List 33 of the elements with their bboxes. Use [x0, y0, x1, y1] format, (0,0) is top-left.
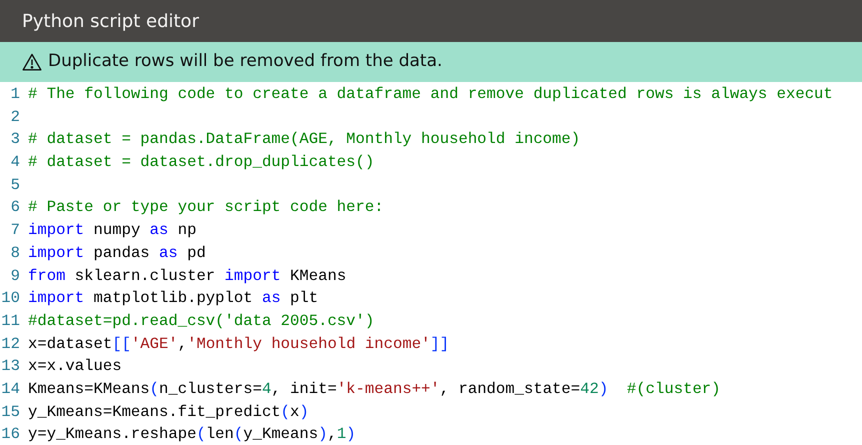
- line-number: 10: [0, 288, 21, 310]
- code-line: #dataset=pd.read_csv('data 2005.csv'): [28, 310, 374, 332]
- code-line: y=y_Kmeans.reshape(len(y_Kmeans),1): [28, 424, 356, 445]
- line-number: 13: [0, 356, 21, 378]
- line-number: 8: [10, 242, 21, 264]
- line-number: 7: [10, 220, 21, 242]
- code-line: x=x.values: [28, 356, 122, 378]
- line-number: 4: [10, 152, 21, 174]
- line-number: 1: [10, 84, 21, 105]
- code-line: # dataset = pandas.DataFrame(AGE, Monthly household income): [28, 129, 580, 150]
- window-title: Python script editor: [22, 10, 199, 34]
- code-line: # dataset = dataset.drop_duplicates(): [28, 152, 374, 174]
- line-number: 5: [10, 174, 21, 196]
- code-line: from sklearn.cluster import KMeans: [28, 266, 346, 286]
- code-line: Kmeans=KMeans(n_clusters=4, init='k-means++', random_state=42) #(cluster): [28, 378, 721, 400]
- code-line: import numpy as np: [28, 220, 196, 242]
- line-number: 15: [0, 402, 21, 423]
- line-number: 16: [0, 424, 21, 445]
- code-line: x=dataset[['AGE','Monthly household income']]: [28, 334, 450, 355]
- line-number: 6: [10, 197, 21, 218]
- code-line: import pandas as pd: [28, 242, 206, 264]
- line-number: 9: [10, 266, 21, 286]
- line-number: 11: [0, 310, 21, 332]
- warning-message: Duplicate rows will be removed from the data.: [48, 50, 442, 74]
- warning-icon: [22, 53, 42, 71]
- line-number: 2: [10, 106, 21, 128]
- code-line: # Paste or type your script code here:: [28, 197, 384, 218]
- code-line: y_Kmeans=Kmeans.fit_predict(x): [28, 402, 309, 423]
- code-line: # The following code to create a dataframe and remove duplicated rows is always execut: [28, 84, 833, 105]
- code-line: import matplotlib.pyplot as plt: [28, 288, 318, 310]
- line-number: 14: [0, 378, 21, 400]
- line-number: 12: [0, 334, 21, 355]
- line-number: 3: [10, 129, 21, 150]
